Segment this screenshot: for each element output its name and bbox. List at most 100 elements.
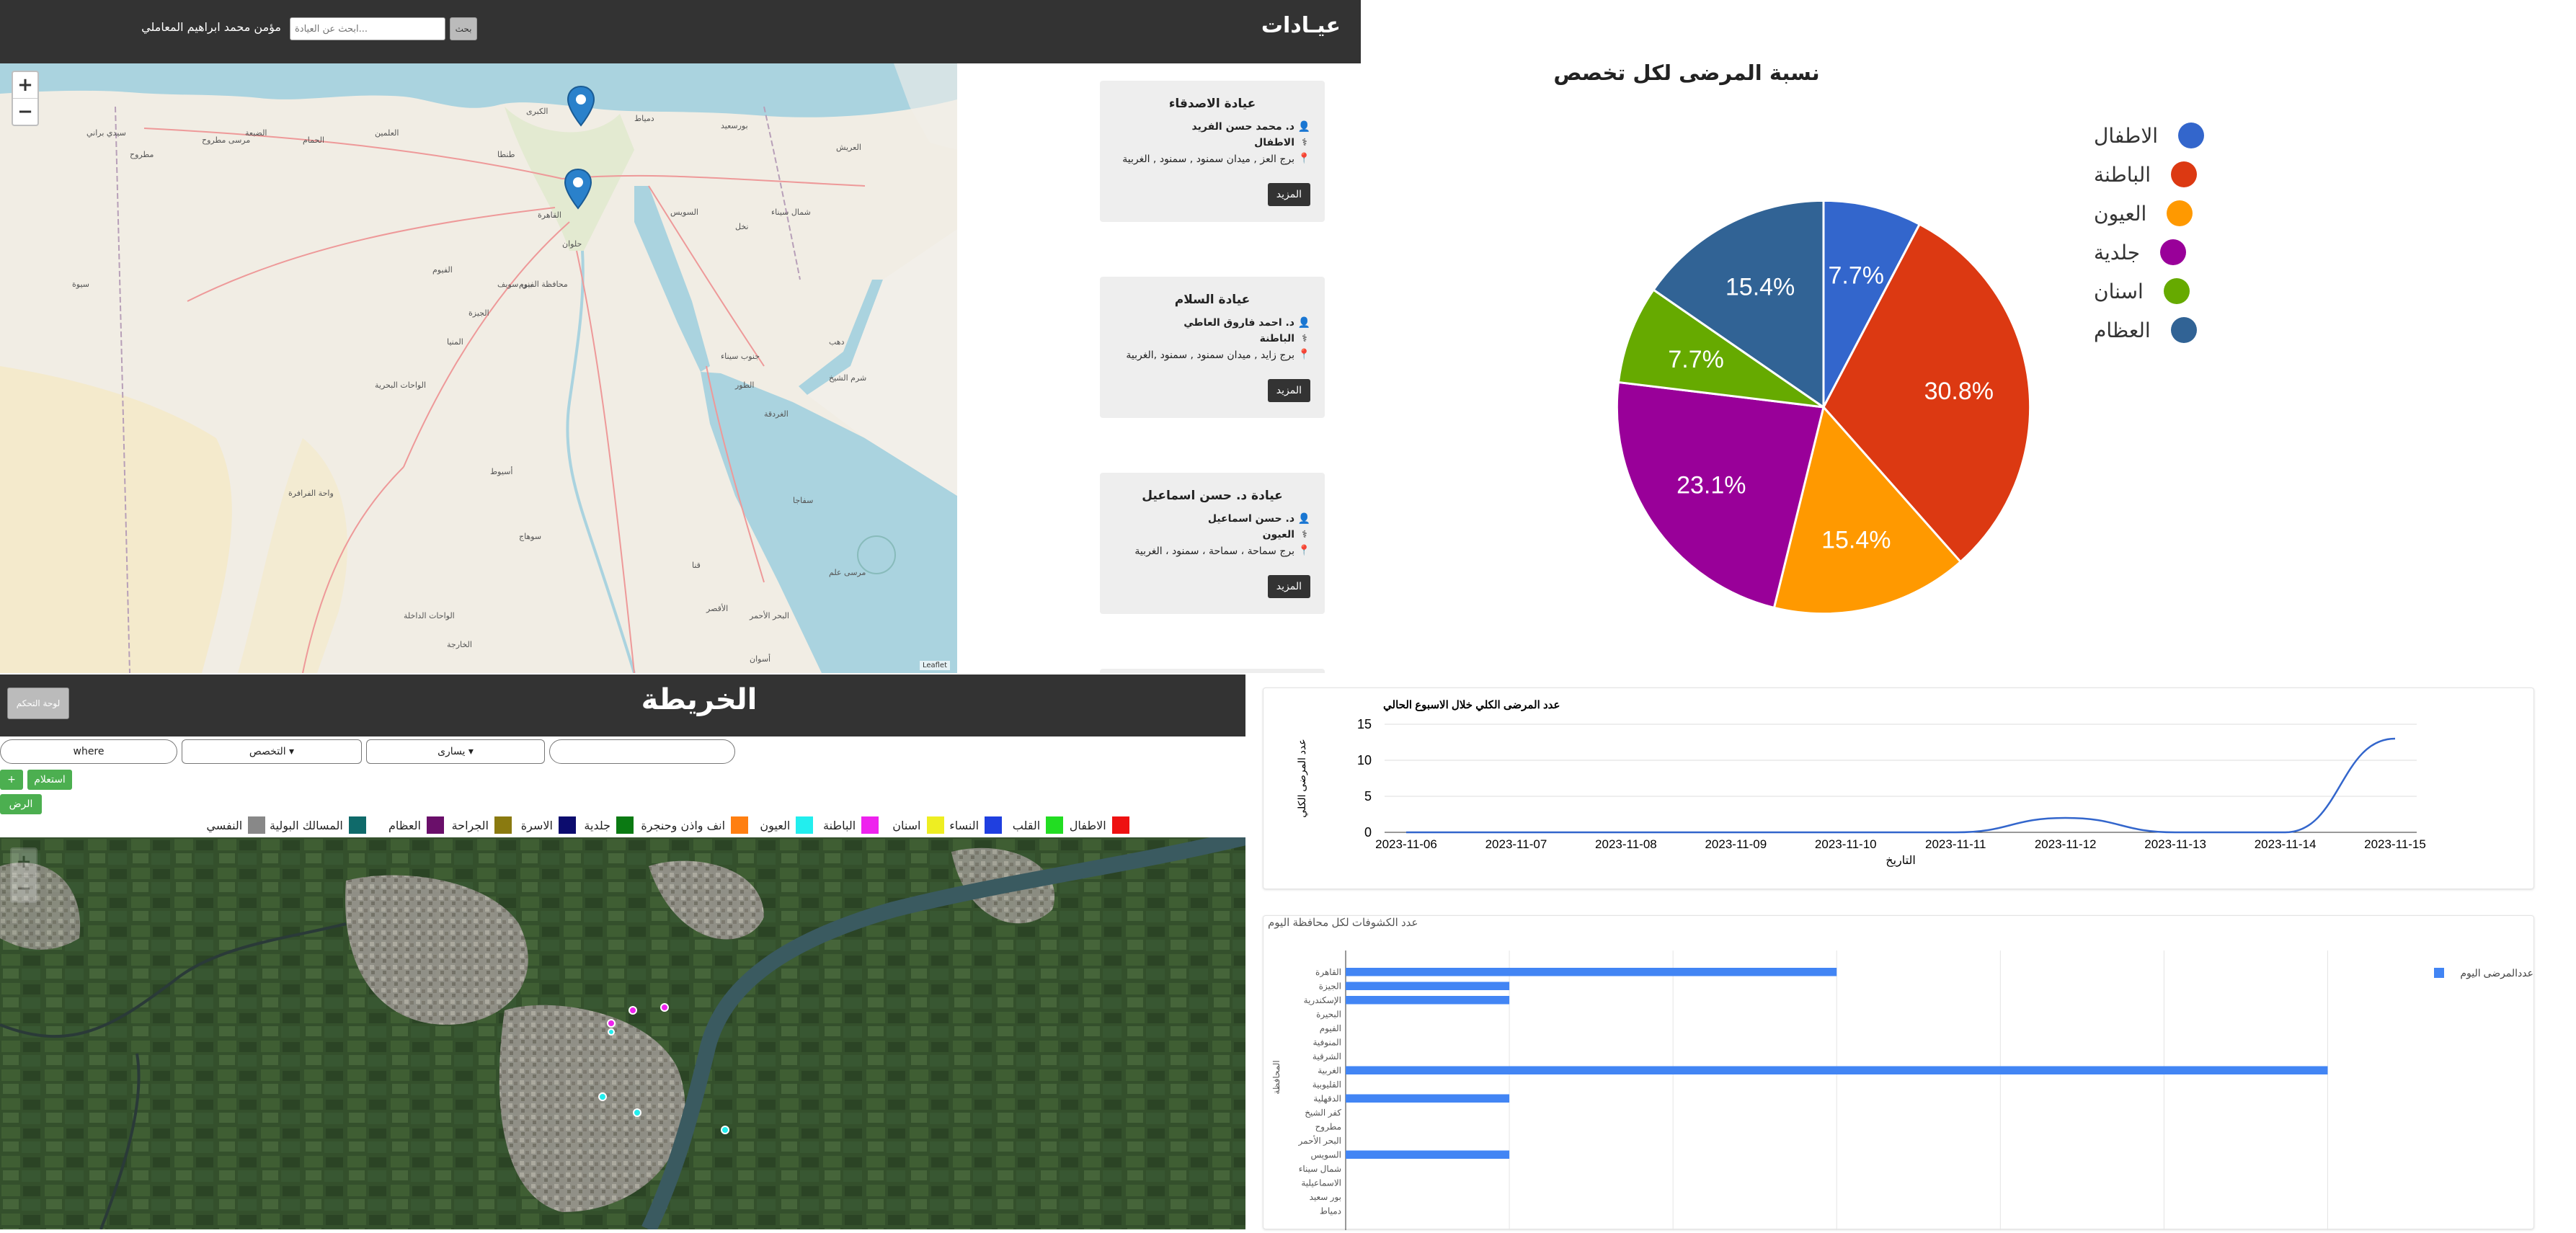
sea-mediterranean: [0, 63, 957, 117]
bar-legend-label: عددالمرضى اليوم: [2460, 967, 2533, 979]
specialty-legend-item: انف واذن وحنجرة: [641, 814, 749, 836]
location-pin-icon: 📍: [1297, 545, 1310, 556]
patient-marker[interactable]: [607, 1019, 616, 1028]
map-place-label: بورسعيد: [721, 121, 748, 130]
patient-marker[interactable]: [598, 1092, 607, 1101]
legend-label: الجراحة: [451, 818, 489, 832]
y-tick-label: 10: [1357, 753, 1372, 767]
x-tick-label: 2023-11-12: [2035, 837, 2097, 851]
app-title[interactable]: عيـادات: [1124, 13, 1341, 38]
legend-swatch: [2160, 239, 2187, 265]
desert-west: [0, 366, 232, 673]
map-place-label: سوهاج: [519, 532, 542, 541]
zoom-in-button[interactable]: +: [12, 849, 36, 875]
map-attribution[interactable]: Leaflet: [919, 661, 950, 670]
line-series[interactable]: [1406, 737, 2396, 834]
bar[interactable]: [1346, 981, 1510, 991]
line-chart-title: عدد المرضى الكلي خلال الاسبوع الحالي: [1383, 699, 1560, 712]
map-marker-icon[interactable]: [564, 168, 592, 211]
stethoscope-icon: ⚕: [1302, 529, 1307, 540]
clinic-card-partial: [1100, 669, 1325, 673]
time-select[interactable]: يسارى ▾: [366, 739, 545, 764]
map-section-title: الخريطة: [641, 683, 758, 716]
zoom-out-button[interactable]: −: [12, 875, 36, 902]
y-tick-label: البحر الأحمر: [1298, 1135, 1341, 1146]
bar[interactable]: [1346, 1094, 1510, 1103]
patient-marker[interactable]: [629, 1006, 637, 1015]
map-place-label: الغردقة: [764, 409, 789, 419]
pie-legend-item[interactable]: جلدية: [2094, 238, 2187, 267]
clinic-card: عيادة السلام 👤 د. احمد فاروق العاطي ⚕ البا…: [1100, 277, 1325, 418]
y-tick-label: 5: [1364, 789, 1372, 804]
clinic-more-button[interactable]: المزيد: [1267, 378, 1310, 402]
pie-legend-item[interactable]: العيون: [2094, 199, 2193, 228]
x-tick-label: 2023-11-06: [1375, 837, 1437, 851]
y-tick-label: 0: [1364, 825, 1372, 840]
map-place-label: الأقصر: [706, 604, 729, 613]
pie-slice-label: 15.4%: [1726, 273, 1795, 301]
patient-marker[interactable]: [633, 1108, 641, 1117]
legend-swatch: [2163, 278, 2190, 304]
x-axis-label: التاريخ: [1886, 855, 1916, 867]
y-axis-label: المحافظة: [1271, 1060, 1282, 1094]
clinic-more-button[interactable]: المزيد: [1267, 182, 1310, 206]
legend-swatch: [558, 816, 576, 834]
patient-marker[interactable]: [721, 1126, 729, 1134]
bar[interactable]: [1346, 1066, 2328, 1075]
x-tick-label: 2023-11-14: [2255, 837, 2317, 851]
empty-filter-input[interactable]: [549, 739, 735, 764]
y-tick-label: بور سعيد: [1310, 1192, 1341, 1202]
map-place-label: الفيوم: [432, 265, 453, 275]
line-chart-card: عدد المرضى الكلي خلال الاسبوع الحالي 0 5 10…: [1263, 687, 2534, 889]
clinic-search-input[interactable]: [290, 17, 445, 40]
clinics-map[interactable]: الكبرى القاهرة حلوان السويس طنطا دمياط بورسعيد…: [0, 63, 957, 673]
specialty-legend-item: الجراحة: [452, 814, 512, 836]
x-tick-label: 2023-11-15: [2364, 837, 2426, 851]
clinic-address: برج سماحة ، سماحة ، سمنود ، الغربية: [1134, 546, 1294, 557]
clinic-doctor-row: 👤 د. حسن اسماعيل: [1114, 513, 1310, 525]
y-tick-label: الفيوم: [1320, 1023, 1341, 1033]
y-tick-label: الشرقية: [1313, 1051, 1341, 1061]
dashboard-button[interactable]: لوحة التحكم: [7, 687, 69, 719]
pie-legend-item[interactable]: اسنان: [2094, 277, 2190, 306]
clinic-specialty: الاطفال: [1254, 137, 1294, 148]
satellite-tiles: [0, 837, 1245, 1229]
pie-legend-item[interactable]: الاطفال: [2094, 121, 2205, 150]
pie-legend-item[interactable]: الباطنة: [2094, 160, 2198, 189]
specialty-select[interactable]: التخصص ▾: [182, 739, 362, 764]
map-place-label: المنيا: [447, 337, 463, 347]
legend-label: الباطنة: [2094, 162, 2151, 187]
legend-label: انف واذن وحنجرة: [641, 818, 726, 832]
user-name[interactable]: مؤمن محمد ابراهيم المعاملي: [101, 20, 281, 34]
clinic-card: عيادة الاصدقاء 👤 د. محمد حسن الفريد ⚕ الاط…: [1100, 81, 1325, 222]
clinic-more-button[interactable]: المزيد: [1267, 574, 1310, 598]
pie-legend-item[interactable]: العظام: [2094, 316, 2197, 344]
patient-marker[interactable]: [608, 1028, 615, 1036]
query-button[interactable]: استعلام: [27, 770, 72, 790]
legend-swatch: [494, 816, 512, 834]
border-sinai: [763, 106, 801, 280]
specialty-legend-item: العيون: [760, 814, 814, 836]
map-marker-icon[interactable]: [567, 85, 595, 128]
map-place-label: مطروح: [130, 150, 154, 159]
sat-zoom-control[interactable]: + −: [10, 847, 37, 903]
where-input[interactable]: where: [0, 739, 177, 764]
pie-slice-label: 23.1%: [1676, 471, 1746, 499]
satellite-map[interactable]: + −: [0, 837, 1245, 1229]
show-button[interactable]: الرض: [0, 794, 42, 814]
bar[interactable]: [1346, 968, 1837, 976]
specialty-pie-chart: 7.7% 30.8% 15.4% 23.1% 7.7% 15.4%: [1615, 199, 2032, 615]
zoom-in-button[interactable]: +: [13, 72, 37, 98]
add-button[interactable]: +: [0, 770, 23, 790]
bar[interactable]: [1346, 996, 1510, 1005]
map-place-label: العلمين: [375, 128, 399, 138]
clinic-cards-list[interactable]: عيادة الاصدقاء 👤 د. محمد حسن الفريد ⚕ الاط…: [957, 63, 1361, 673]
bar[interactable]: [1346, 1150, 1510, 1159]
patient-marker[interactable]: [660, 1003, 669, 1012]
map-place-label: سفاجا: [793, 496, 814, 505]
map-zoom-control[interactable]: + −: [12, 71, 39, 126]
zoom-out-button[interactable]: −: [13, 98, 37, 125]
search-button[interactable]: بحث: [450, 17, 477, 40]
location-pin-icon: 📍: [1297, 153, 1310, 164]
y-tick-label: الإسكندرية: [1304, 995, 1341, 1006]
